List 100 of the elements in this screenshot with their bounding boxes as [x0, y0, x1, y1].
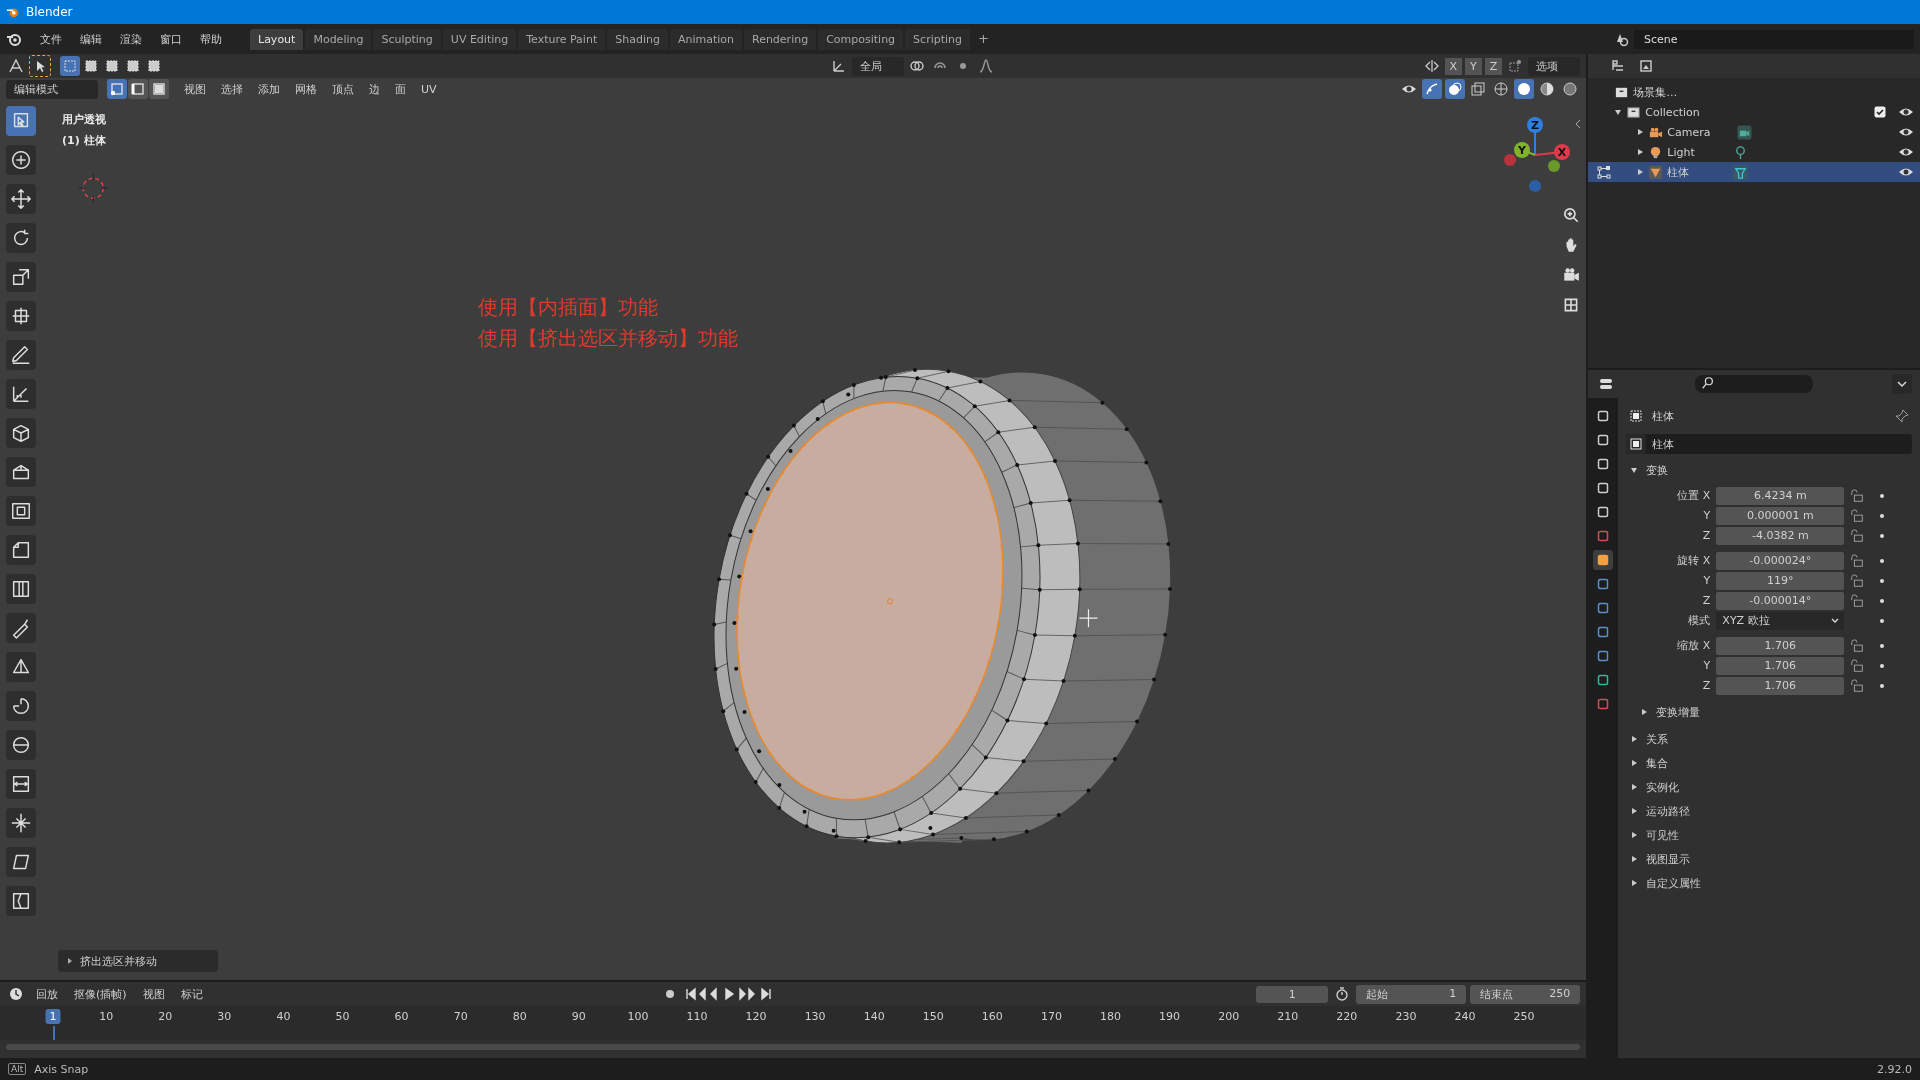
camera-data-icon[interactable]	[1736, 124, 1752, 140]
mesh-data-icon[interactable]	[1733, 164, 1749, 180]
spin-tool-icon[interactable]	[6, 691, 36, 721]
mode-dropdown[interactable]: 编辑模式	[6, 79, 98, 99]
workspace-tab[interactable]: Sculpting	[373, 28, 441, 50]
move-tool-icon[interactable]	[6, 184, 36, 214]
face-select-icon[interactable]	[149, 79, 169, 99]
scale-tool-icon[interactable]	[6, 262, 36, 292]
outliner-item[interactable]: 场景集…	[1633, 84, 1678, 100]
number-field[interactable]: -0.000014°	[1716, 591, 1845, 610]
keyframe-dot-icon[interactable]	[1878, 491, 1887, 500]
lock-icon[interactable]	[1850, 658, 1865, 673]
polybuild-tool-icon[interactable]	[6, 652, 36, 682]
number-field[interactable]: -4.0382 m	[1716, 526, 1845, 545]
rotation-mode-dropdown[interactable]: XYZ 欧拉	[1716, 611, 1845, 630]
camera-icon[interactable]	[1562, 266, 1580, 284]
transform-tool-icon[interactable]	[6, 301, 36, 331]
panel-header[interactable]: 变换	[1626, 460, 1912, 480]
axis-toggle[interactable]: X	[1444, 57, 1463, 75]
checkbox-icon[interactable]	[1874, 106, 1886, 118]
gizmo-toggle-icon[interactable]	[1422, 79, 1443, 99]
subpanel-header[interactable]: 变换增量	[1626, 701, 1912, 723]
lock-icon[interactable]	[1850, 678, 1865, 693]
workspace-tab[interactable]: UV Editing	[442, 28, 517, 50]
lock-icon[interactable]	[1850, 488, 1865, 503]
expand-arrow-icon[interactable]	[1614, 108, 1623, 116]
outliner-item[interactable]: Collection	[1645, 105, 1700, 119]
add-workspace-button[interactable]: +	[972, 28, 995, 50]
menu-item[interactable]: 渲染	[112, 28, 150, 50]
number-field[interactable]: -0.000024°	[1716, 551, 1845, 570]
keyframe-dot-icon[interactable]	[1878, 681, 1887, 690]
lock-icon[interactable]	[1850, 593, 1865, 608]
menu-item[interactable]: 帮助	[192, 28, 230, 50]
viewport-menu-item[interactable]: UV	[415, 80, 443, 98]
expand-arrow-icon[interactable]	[1636, 148, 1645, 156]
number-field[interactable]: 1.706	[1716, 676, 1845, 695]
dropdown-icon[interactable]	[1892, 374, 1912, 394]
orientation-dropdown[interactable]: 全局	[851, 56, 904, 76]
workspace-tab[interactable]: Shading	[607, 28, 668, 50]
solid-shading-icon[interactable]	[1514, 79, 1535, 99]
panel-header[interactable]: 可见性	[1626, 823, 1912, 847]
timeline-menu-item[interactable]: 回放	[30, 984, 64, 1004]
slide-tool-icon[interactable]	[6, 769, 36, 799]
expand-arrow-icon[interactable]	[1636, 168, 1645, 176]
inset-tool-icon[interactable]	[6, 496, 36, 526]
viewport-menu-item[interactable]: 视图	[178, 79, 212, 99]
keyframe-dot-icon[interactable]	[1878, 661, 1887, 670]
viewport-menu-item[interactable]: 选择	[215, 79, 249, 99]
viewport-menu-item[interactable]: 边	[363, 79, 386, 99]
start-frame-field[interactable]: 起始 1	[1356, 984, 1467, 1004]
workspace-tab[interactable]: Compositing	[818, 28, 904, 50]
app-logo-icon[interactable]	[6, 31, 22, 47]
workspace-tab[interactable]: Scripting	[905, 28, 971, 50]
options-dropdown[interactable]: 选项	[1528, 56, 1581, 76]
timeline-scrollbar[interactable]	[6, 1044, 1581, 1050]
grid-icon[interactable]	[1562, 296, 1580, 314]
cube-tool-icon[interactable]	[6, 418, 36, 448]
axis-toggle[interactable]: Y	[1465, 57, 1482, 75]
lock-icon[interactable]	[1850, 508, 1865, 523]
keyframe-dot-icon[interactable]	[1878, 511, 1887, 520]
search-field[interactable]	[1695, 375, 1814, 393]
number-field[interactable]: 1.706	[1716, 636, 1845, 655]
number-field[interactable]: 6.4234 m	[1716, 486, 1845, 505]
panel-header[interactable]: 运动路径	[1626, 799, 1912, 823]
panel-header[interactable]: 视图显示	[1626, 847, 1912, 871]
zoom-icon[interactable]	[1562, 206, 1580, 224]
annotate-tool-icon[interactable]	[6, 340, 36, 370]
panel-header[interactable]: 自定义属性	[1626, 871, 1912, 895]
lock-icon[interactable]	[1850, 528, 1865, 543]
timeline-menu-item[interactable]: 抠像(插帧)	[68, 984, 133, 1004]
timeline-menu-item[interactable]: 标记	[174, 984, 209, 1004]
cursor-tool-icon[interactable]	[6, 145, 36, 175]
outliner-row[interactable]: 柱体	[1588, 162, 1920, 182]
rotate-tool-icon[interactable]	[6, 223, 36, 253]
measure-tool-icon[interactable]	[6, 379, 36, 409]
smooth-tool-icon[interactable]	[6, 730, 36, 760]
workspace-tab[interactable]: Animation	[669, 28, 742, 50]
lock-icon[interactable]	[1850, 638, 1865, 653]
outliner-row[interactable]: Light	[1588, 142, 1920, 162]
knife-tool-icon[interactable]	[6, 613, 36, 643]
viewport-menu-item[interactable]: 面	[389, 79, 412, 99]
lock-icon[interactable]	[1850, 553, 1865, 568]
lock-icon[interactable]	[1850, 573, 1865, 588]
keyframe-dot-icon[interactable]	[1878, 596, 1887, 605]
expand-arrow-icon[interactable]	[1636, 128, 1645, 136]
viewport-menu-item[interactable]: 顶点	[326, 79, 360, 99]
keyframe-dot-icon[interactable]	[1878, 556, 1887, 565]
extrude-tool-icon[interactable]	[6, 457, 36, 487]
edge-select-icon[interactable]	[128, 79, 148, 99]
panel-header[interactable]: 关系	[1626, 727, 1912, 751]
bevel-tool-icon[interactable]	[6, 535, 36, 565]
shrink-tool-icon[interactable]	[6, 808, 36, 838]
keyframe-dot-icon[interactable]	[1878, 641, 1887, 650]
number-field[interactable]: 119°	[1716, 571, 1845, 590]
keyframe-dot-icon[interactable]	[1878, 531, 1887, 540]
workspace-tab[interactable]: Texture Paint	[518, 28, 606, 50]
number-field[interactable]: 0.000001 m	[1716, 506, 1845, 525]
scene-field[interactable]: Scene	[1634, 29, 1914, 49]
number-field[interactable]: 1.706	[1716, 656, 1845, 675]
select-tool-icon[interactable]	[6, 106, 36, 136]
